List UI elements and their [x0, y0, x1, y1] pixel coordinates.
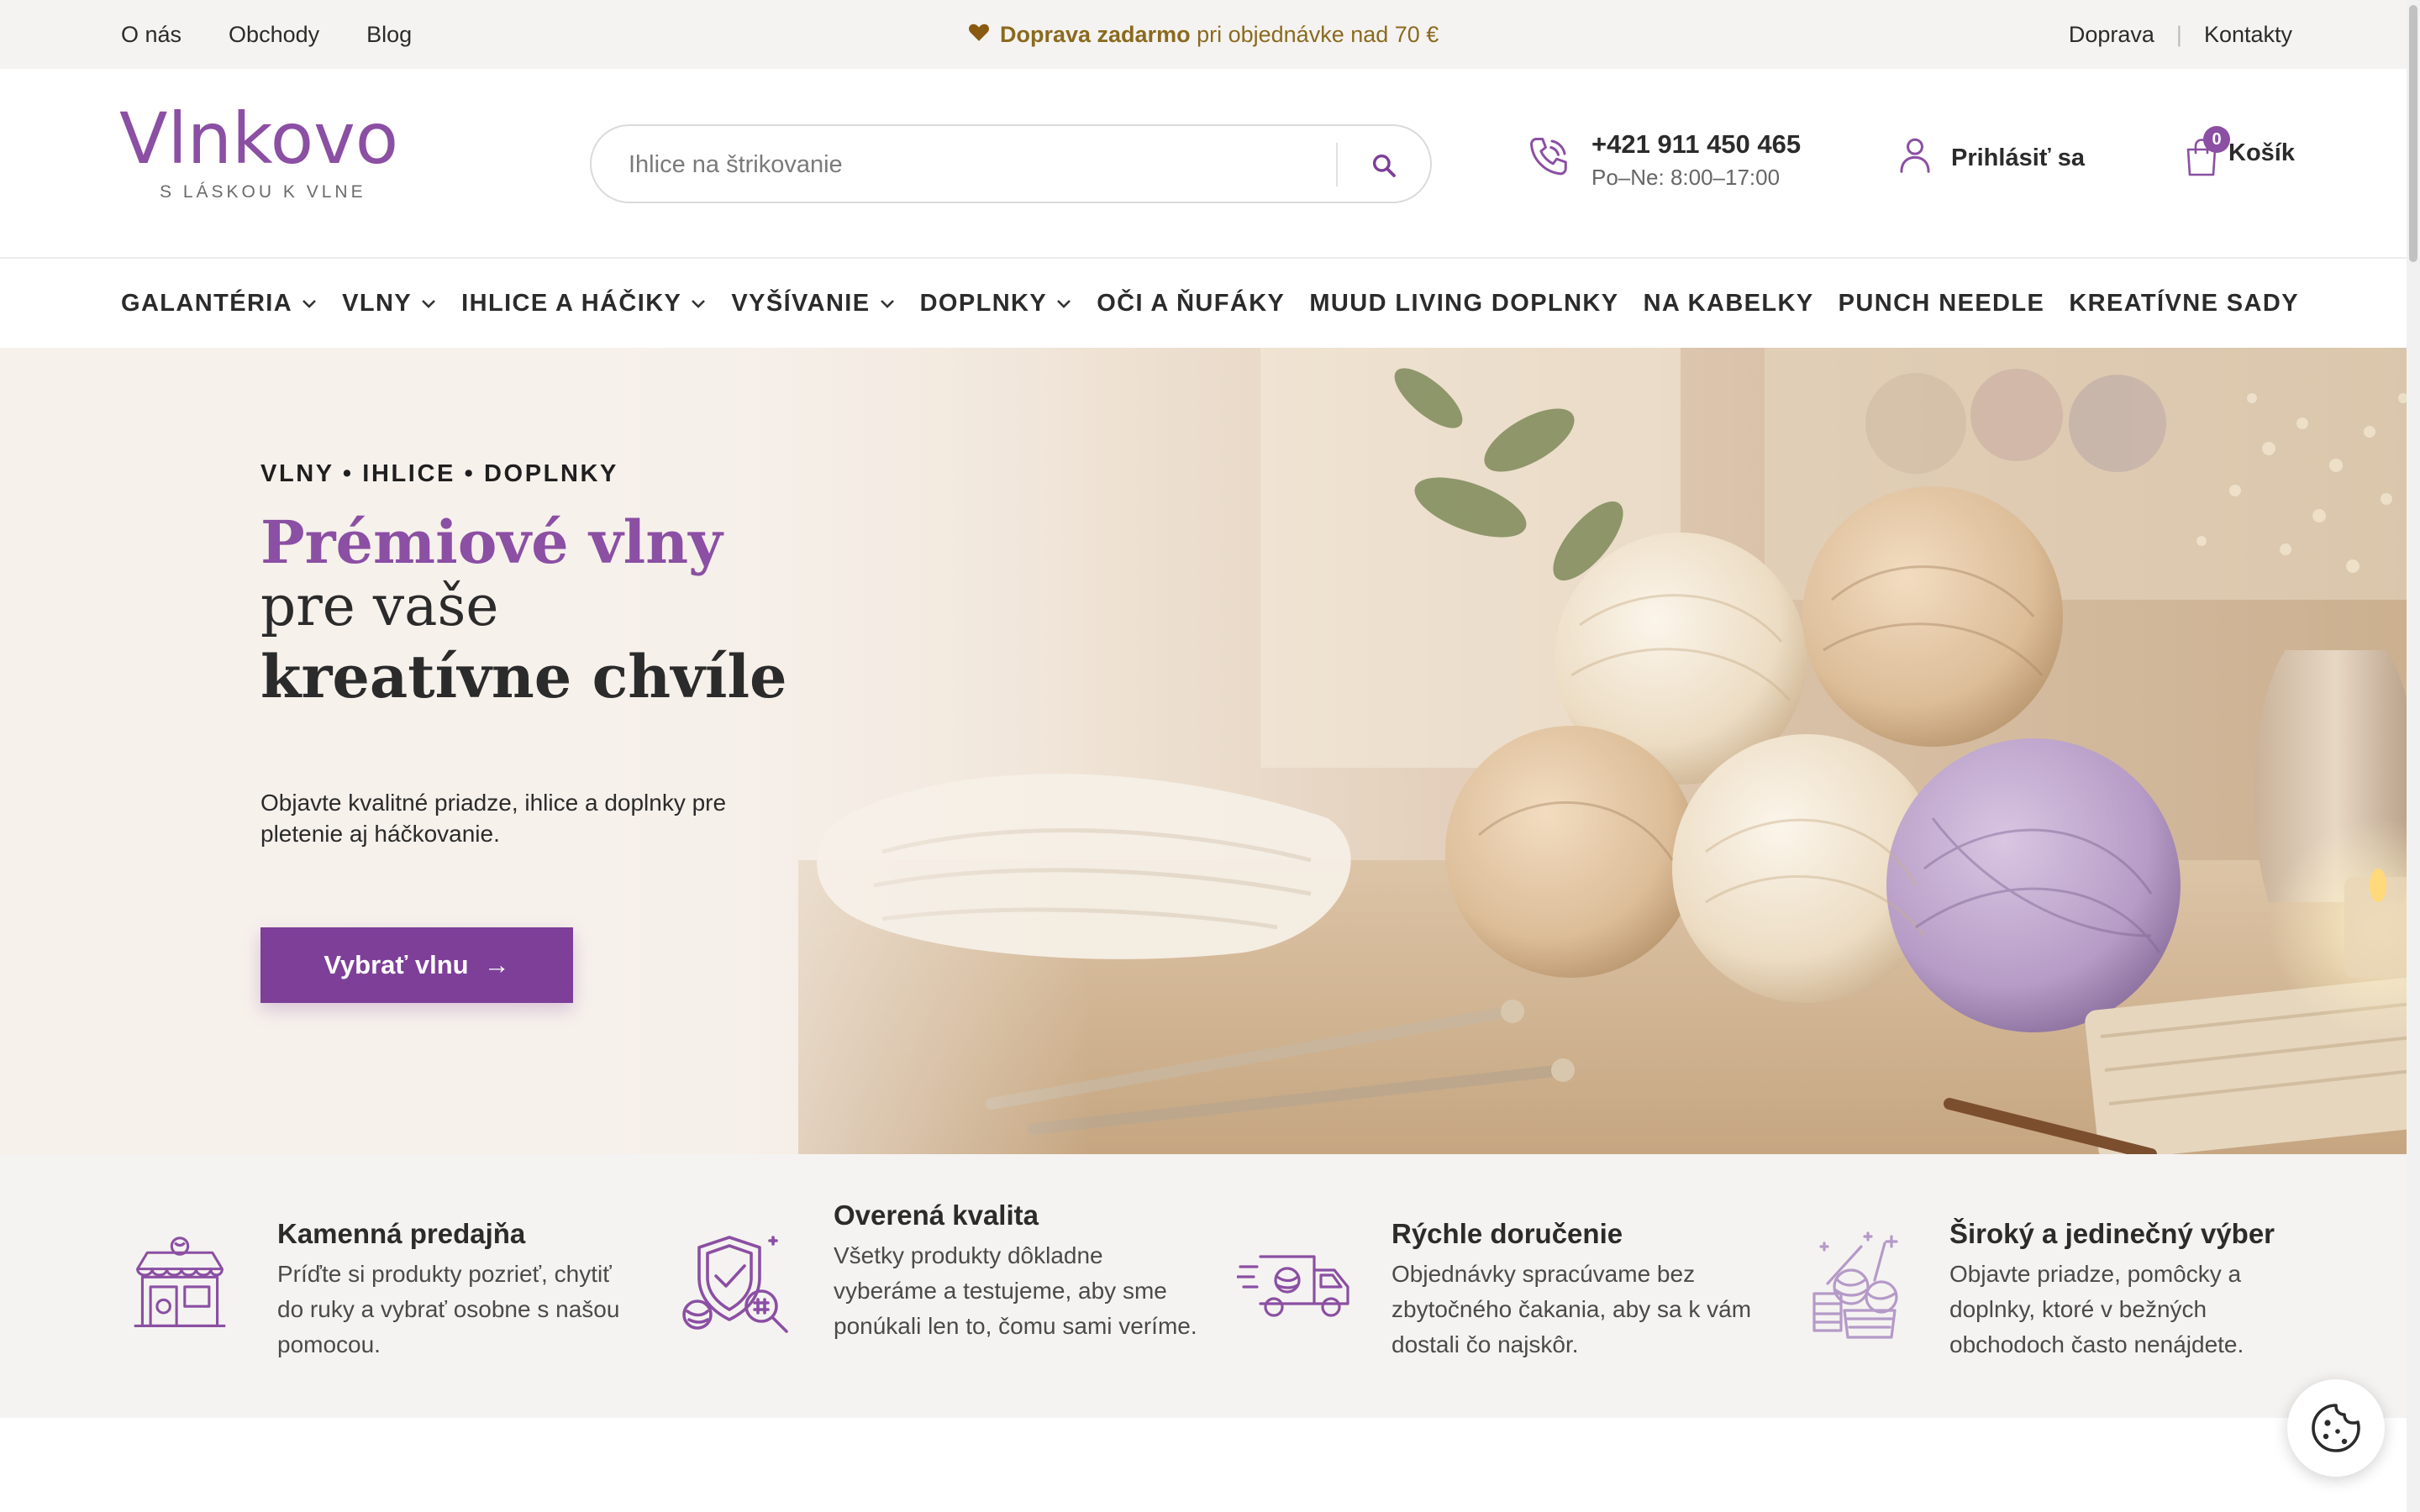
feature-delivery-title: Rýchle doručenie [1392, 1218, 1623, 1249]
phone-contact[interactable]: +421 911 450 465 Po–Ne: 8:00–17:00 [1523, 129, 1801, 191]
feature-delivery-desc: Objednávky spracúvame bez zbytočného čak… [1392, 1261, 1752, 1357]
login-link[interactable]: Prihlásiť sa [1897, 136, 2085, 180]
page-scrollbar[interactable] [2407, 0, 2420, 1512]
hero-title-line3: kreatívne chvíle [260, 642, 787, 712]
nav-item-galanteria[interactable]: GALANTÉRIA [121, 290, 318, 318]
search-icon [1372, 154, 1396, 177]
top-link-stores[interactable]: Obchody [229, 22, 319, 48]
delivery-truck-icon [1235, 1243, 1358, 1328]
main-navigation: GALANTÉRIA VLNY IHLICE A HÁČIKY VYŠÍVANI… [0, 259, 2407, 348]
free-shipping-promo: Doprava zadarmo pri objednávke nad 70 € [968, 0, 1439, 69]
store-icon [128, 1233, 232, 1341]
feature-selection-text: Široký a jedinečný výber Objavte priadze… [1949, 1218, 2302, 1362]
hero-banner: VLNY • IHLICE • DOPLNKY Prémiové vlny pr… [0, 348, 2420, 1154]
heart-icon [968, 22, 990, 48]
cta-label[interactable]: Vybrať vlnu [324, 950, 468, 980]
feature-selection-title: Široký a jedinečný výber [1949, 1218, 2275, 1249]
cookie-settings-button[interactable] [2287, 1379, 2385, 1477]
nav-item-muud-living[interactable]: MUUD LIVING DOPLNKY [1309, 290, 1618, 318]
top-right-links: Doprava | Kontakty [2069, 0, 2292, 69]
user-icon [1897, 136, 1933, 180]
top-bar: O nás Obchody Blog Doprava zadarmo pri o… [0, 0, 2407, 69]
nav-item-kreativne-sady[interactable]: KREATÍVNE SADY [2069, 290, 2299, 318]
scrollbar-thumb[interactable] [2409, 5, 2417, 262]
top-links: O nás Obchody Blog [121, 0, 412, 69]
top-link-blog[interactable]: Blog [366, 22, 412, 48]
nav-item-na-kabelky[interactable]: NA KABELKY [1644, 290, 1814, 318]
feature-quality-desc: Všetky produkty dôkladne vyberáme a test… [834, 1242, 1197, 1339]
promo-bold-text: Doprava zadarmo [1000, 21, 1191, 47]
nav-list: GALANTÉRIA VLNY IHLICE A HÁČIKY VYŠÍVANI… [121, 259, 2299, 348]
feature-store-desc: Príďte si produkty pozrieť, chytiť do ru… [277, 1261, 620, 1357]
feature-delivery: Rýchle doručenie Objednávky spracúvame b… [1235, 1154, 1756, 1418]
phone-number[interactable]: +421 911 450 465 [1591, 129, 1801, 160]
cart-link[interactable]: 0 Košík [2183, 126, 2295, 176]
hero-content: VLNY • IHLICE • DOPLNKY Prémiové vlny pr… [260, 460, 849, 1003]
nav-item-ihlice-a-hacky[interactable]: IHLICE A HÁČIKY [461, 290, 707, 318]
chevron-down-icon [302, 300, 317, 308]
nav-item-vysivanie[interactable]: VYŠÍVANIE [731, 290, 895, 318]
hero-title: Prémiové vlny pre vaše kreatívne chvíle [260, 507, 849, 712]
feature-selection: Široký a jedinečný výber Objavte priadze… [1793, 1154, 2314, 1418]
search-bar [590, 124, 1432, 203]
search-input[interactable] [629, 141, 1284, 188]
feature-quality-text: Overená kvalita Všetky produkty dôkladne… [834, 1200, 1203, 1344]
search-divider [1336, 143, 1338, 186]
login-label[interactable]: Prihlásiť sa [1951, 144, 2085, 172]
nav-item-punch-needle[interactable]: PUNCH NEEDLE [1839, 290, 2045, 318]
top-link-shipping[interactable]: Doprava [2069, 22, 2154, 48]
logo-wordmark: Vlnkovo [119, 97, 398, 180]
feature-delivery-text: Rýchle doručenie Objednávky spracúvame b… [1392, 1218, 1753, 1362]
quality-shield-icon [679, 1226, 797, 1343]
nav-item-vlny[interactable]: VLNY [342, 290, 437, 318]
logo-tagline: S LÁSKOU K VLNE [160, 182, 366, 202]
search-button[interactable] [1363, 144, 1405, 186]
phone-hours: Po–Ne: 8:00–17:00 [1591, 165, 1781, 190]
hero-title-line2: pre vaše [260, 574, 499, 639]
top-link-about[interactable]: O nás [121, 22, 182, 48]
chevron-down-icon [692, 300, 706, 308]
chevron-down-icon [880, 300, 894, 308]
top-link-contacts[interactable]: Kontakty [2204, 22, 2292, 48]
chevron-down-icon [422, 300, 436, 308]
cart-count-badge: 0 [2203, 126, 2230, 153]
choose-yarn-button[interactable]: Vybrať vlnu → [260, 927, 573, 1003]
header: Vlnkovo S LÁSKOU K VLNE +421 911 450 465… [0, 69, 2407, 259]
nav-item-doplnky[interactable]: DOPLNKY [920, 290, 1073, 318]
cart-bag-icon: 0 [2183, 126, 2230, 176]
top-link-separator: | [2175, 21, 2182, 47]
feature-store-title: Kamenná predajňa [277, 1218, 526, 1249]
promo-text: pri objednávke nad 70 € [1197, 21, 1439, 47]
phone-icon [1523, 133, 1573, 187]
hero-title-line1: Prémiové vlny [260, 507, 723, 577]
feature-selection-desc: Objavte priadze, pomôcky a doplnky, ktor… [1949, 1261, 2244, 1357]
hero-description: Objavte kvalitné priadze, ihlice a dopln… [260, 789, 727, 847]
cart-label[interactable]: Košík [2228, 139, 2295, 167]
hero-kicker: VLNY • IHLICE • DOPLNKY [260, 460, 618, 487]
yarn-basket-icon [1800, 1226, 1909, 1348]
feature-store-text: Kamenná predajňa Príďte si produkty pozr… [277, 1218, 639, 1362]
feature-store: Kamenná predajňa Príďte si produkty pozr… [121, 1154, 642, 1418]
logo[interactable]: Vlnkovo S LÁSKOU K VLNE [119, 97, 398, 202]
arrow-right-icon: → [483, 949, 510, 979]
chevron-down-icon [1057, 300, 1071, 308]
features-strip: Kamenná predajňa Príďte si produkty pozr… [0, 1154, 2420, 1418]
cookie-icon [2312, 1404, 2360, 1452]
nav-item-oci-a-nufaky[interactable]: OČI A ŇUFÁKY [1097, 290, 1285, 318]
feature-quality-title: Overená kvalita [834, 1200, 1039, 1231]
logo-text: Vlnkovo [119, 106, 397, 173]
feature-quality: Overená kvalita Všetky produkty dôkladne… [677, 1154, 1198, 1418]
